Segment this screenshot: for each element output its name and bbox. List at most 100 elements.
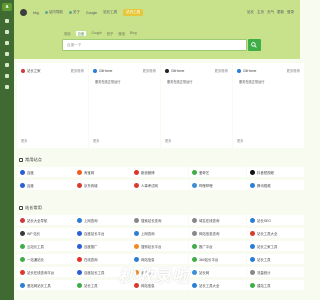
hot-card-more-link[interactable]: 更多推荐 <box>286 68 300 73</box>
header-right-link[interactable]: 天气 <box>267 10 274 15</box>
site-link-tile[interactable]: 云站长工具 <box>17 241 74 251</box>
hot-card-title[interactable]: GitHome <box>243 69 256 73</box>
header-right-link[interactable]: 登录 <box>287 10 294 15</box>
site-link-tile[interactable]: 站长SEO <box>247 215 304 225</box>
hot-card-title[interactable]: 站长之家 <box>27 68 41 73</box>
header-right-link[interactable]: 站长 <box>247 10 254 15</box>
site-link-tile[interactable]: 推广平台 <box>189 241 246 251</box>
site-link-tile[interactable]: 搜狗站长平台 <box>131 241 188 251</box>
site-link-tile[interactable]: 淘宝网 <box>74 167 131 177</box>
sidebar-item-media[interactable] <box>0 48 14 59</box>
search-input[interactable]: 百度一下 <box>62 39 247 51</box>
header-link[interactable]: 关于 <box>69 10 80 15</box>
site-link-tile[interactable]: 爱站网站长工具 <box>17 280 74 290</box>
hot-card-item[interactable]: 服务在线正常运行 <box>89 76 160 87</box>
site-link-tile[interactable]: 百度推广 <box>74 241 131 251</box>
site-link-tile[interactable]: 站长网 <box>189 267 246 277</box>
header-link[interactable]: Google <box>86 11 97 15</box>
sidebar-item-news[interactable] <box>0 59 14 70</box>
site-link-tile[interactable]: 百度 <box>17 180 74 190</box>
avatar[interactable] <box>20 9 27 16</box>
search-tab[interactable]: Google <box>91 31 102 36</box>
site-link-tile[interactable]: 哔哩哔哩 <box>189 180 246 190</box>
sidebar-item-shop[interactable] <box>0 70 14 81</box>
hot-card-more-link[interactable]: 更多推荐 <box>70 68 84 73</box>
site-link-label: 百度推广 <box>84 244 98 249</box>
site-link-tile[interactable]: 百度站长平台 <box>74 228 131 238</box>
hot-card-item[interactable]: 服务在线正常运行 <box>161 76 232 87</box>
sidebar-item-favorites[interactable] <box>0 26 14 37</box>
site-link-tile[interactable]: 人事考试网 <box>131 180 188 190</box>
site-link-tile[interactable]: 腾讯视频 <box>247 180 304 190</box>
site-link-tile[interactable]: 新浪微博 <box>131 167 188 177</box>
search-button[interactable] <box>248 39 261 51</box>
site-logo[interactable]: a <box>2 3 12 11</box>
shop-icon <box>5 73 9 78</box>
site-link-label: 推广平台 <box>199 244 213 249</box>
site-icon <box>250 230 255 236</box>
site-link-label: 在线查询 <box>84 257 98 262</box>
site-link-tile[interactable]: 360站长平台 <box>189 254 246 264</box>
hot-card-item[interactable]: 服务在线正常运行 <box>233 76 304 87</box>
site-link-label: 上网查询 <box>84 218 98 223</box>
site-link-label: 哔哩哔哩 <box>199 183 213 188</box>
site-link-tile[interactable]: 域名在线查询 <box>189 215 246 225</box>
site-icon <box>250 169 255 175</box>
site-link-tile[interactable]: 站长工具 <box>247 254 304 264</box>
hot-card-footer-label[interactable]: 更多 <box>165 138 171 143</box>
site-icon <box>77 230 82 236</box>
site-link-tile[interactable]: 百度 <box>17 167 74 177</box>
site-link-tile[interactable]: 上网查询 <box>74 215 131 225</box>
search-tab[interactable]: 微信 <box>118 31 125 36</box>
hot-card-title[interactable]: GitHome <box>171 69 184 73</box>
header-right-link[interactable]: 更新 <box>277 10 284 15</box>
site-icon <box>20 243 25 249</box>
sidebar-item-tools[interactable] <box>0 37 14 48</box>
hot-card-footer-label[interactable]: 更多 <box>237 138 243 143</box>
site-icon <box>192 243 197 249</box>
header-active-link[interactable]: 站内工具 <box>123 9 144 16</box>
section-title-text: 常用站点 <box>25 157 42 162</box>
header-link[interactable]: bbg <box>33 11 39 15</box>
header-link[interactable]: 站内导航 <box>45 10 63 15</box>
site-link-tile[interactable]: WP 站长 <box>17 228 74 238</box>
site-link-tile[interactable]: 站长在线查询平台 <box>17 267 74 277</box>
site-link-label: 域名在线查询 <box>199 218 220 223</box>
site-link-tile[interactable]: 网站信息查询 <box>189 228 246 238</box>
sidebar-item-home[interactable] <box>0 15 14 26</box>
hot-card: 站长之家 更多推荐更多 <box>17 63 88 148</box>
site-link-tile[interactable]: 京东商城 <box>74 180 131 190</box>
site-icon <box>192 169 197 175</box>
site-icon <box>93 68 97 73</box>
site-link-tile[interactable]: 站长工具大全 <box>247 228 304 238</box>
search-tab[interactable]: 知乎 <box>107 31 114 36</box>
watermark: 秒收录啦 <box>118 267 190 287</box>
sidebar-item-settings[interactable] <box>0 81 14 92</box>
site-link-tile[interactable]: 爱奇艺 <box>189 167 246 177</box>
header-link[interactable]: 站长工具 <box>103 10 117 15</box>
site-link-tile[interactable]: 一站通站长 <box>17 254 74 264</box>
site-link-tile[interactable]: 流量统计 <box>247 267 304 277</box>
header-right-link[interactable]: 主页 <box>257 10 264 15</box>
hot-card-item[interactable] <box>17 76 88 82</box>
site-icon <box>250 269 255 275</box>
hot-card-footer-label[interactable]: 更多 <box>93 138 99 143</box>
hot-card-more-link[interactable]: 更多推荐 <box>142 68 156 73</box>
site-icon <box>134 169 139 175</box>
site-link-tile[interactable]: 抖音短视频 <box>247 167 304 177</box>
hot-card-footer-label[interactable]: 更多 <box>21 138 27 143</box>
hot-card-footer: 更多 <box>165 138 228 143</box>
site-link-tile[interactable]: 站长工具大全 <box>189 280 246 290</box>
site-link-tile[interactable]: 搜索站长查询 <box>131 215 188 225</box>
hot-card-more-link[interactable]: 更多推荐 <box>214 68 228 73</box>
hot-card-title[interactable]: GitHome <box>99 69 112 73</box>
site-link-tile[interactable]: 站长之家工具 <box>247 241 304 251</box>
site-link-tile[interactable]: 建站工具 <box>247 280 304 290</box>
search-tab[interactable]: 常用 <box>64 31 71 36</box>
site-link-tile[interactable]: 上网查询 <box>131 228 188 238</box>
hot-card-header: GitHome 更多推荐 <box>233 63 304 76</box>
search-tab[interactable]: Bing <box>130 31 137 36</box>
section-title: 常用站点 <box>19 157 42 163</box>
search-tab-active[interactable]: 百度 <box>75 31 87 36</box>
site-link-tile[interactable]: 站长大全导航 <box>17 215 74 225</box>
